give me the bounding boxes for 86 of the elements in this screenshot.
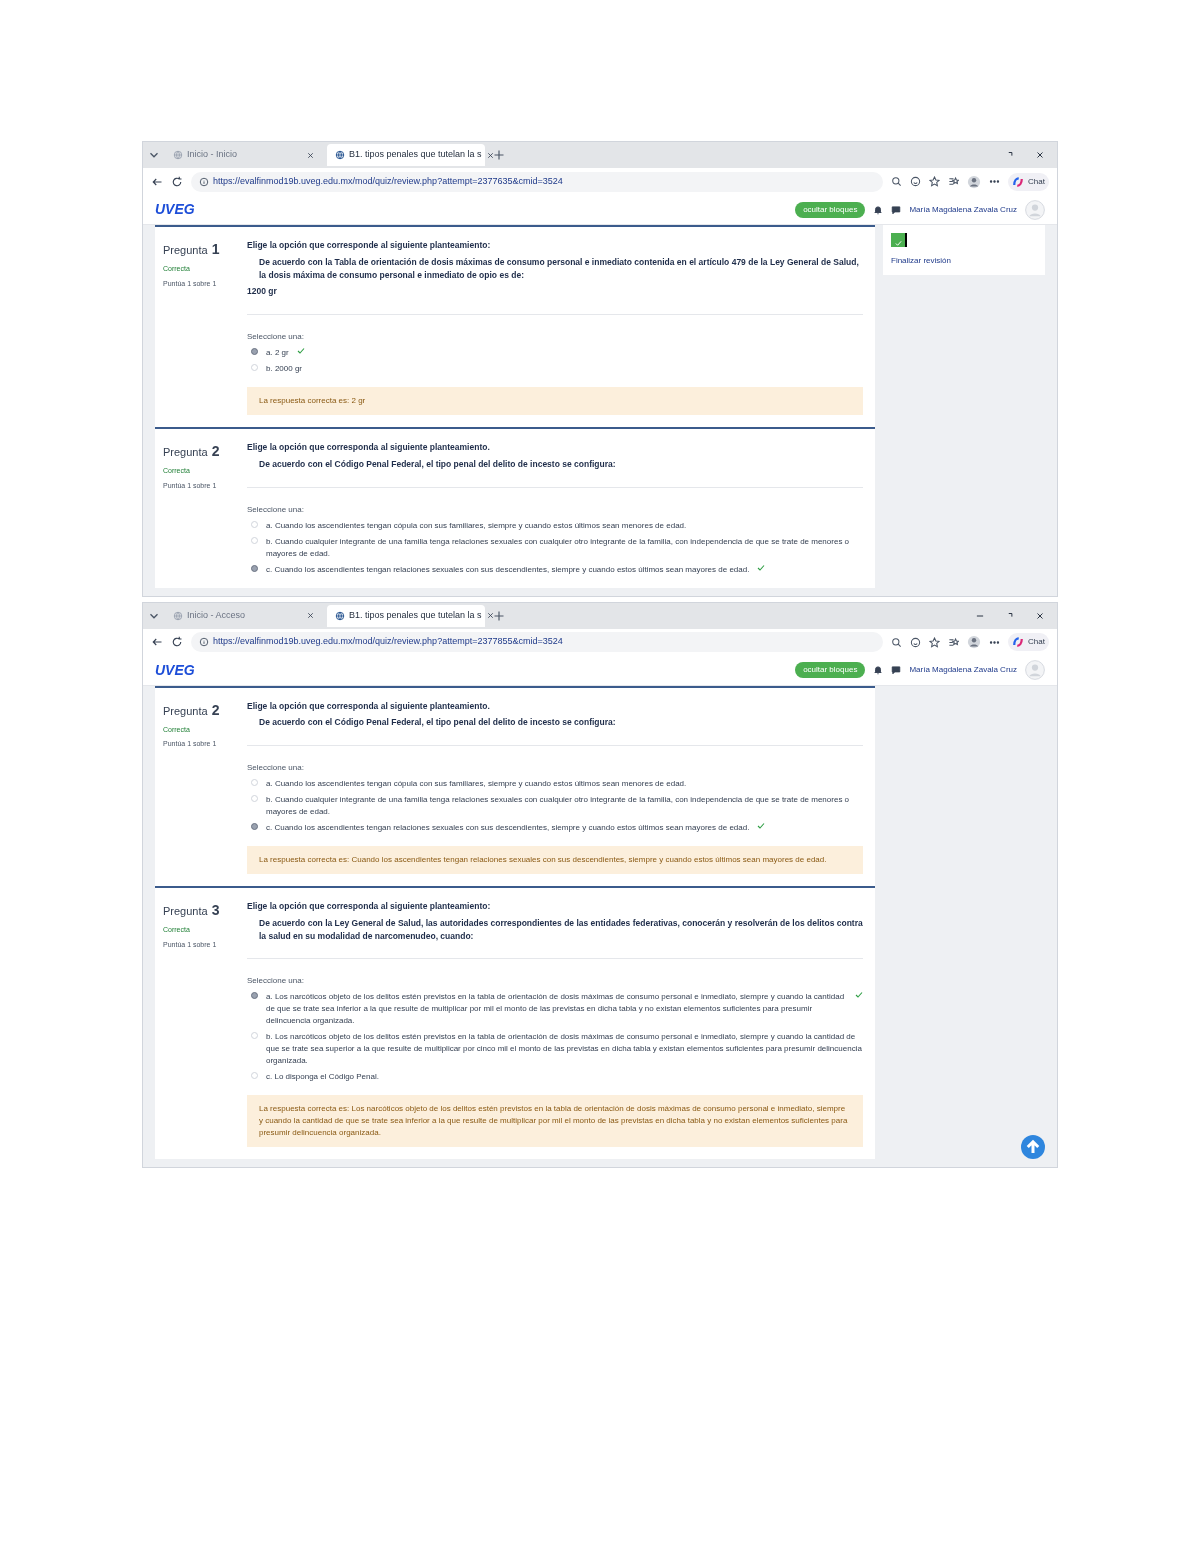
option-text: a. Cuando los ascendientes tengan cópula con sus familiares, siempre y cuando estos últimos sean menores de edad. [266,519,687,532]
close-icon[interactable] [1035,150,1045,160]
question-label: Pregunta [163,243,208,258]
chat-bubble-icon[interactable] [891,204,902,215]
close-icon[interactable] [1035,610,1045,621]
smiley-icon[interactable] [910,176,922,187]
option-text: c. Lo disponga el Código Penal. [266,1071,379,1084]
question-prompt: Elige la opción que corresponda al siguiente planteamiento. [247,699,491,713]
question-number: 1 [211,240,220,259]
question-label: Pregunta [163,904,208,919]
question-statement: De acuerdo con la Ley General de Salud, las autoridades correspondientes de las entidades federativas, conocerán y resolverán de los delitos contra la salud en su modalidad de narcomenudeo, cuando: [258,916,863,943]
option-text: b. Cuando cualquier integrante de una familia tenga relaciones sexuales con cualquier otro integrante de la familia, con independencia de que se trate de menores o mayores de edad. [266,794,851,818]
question-number: 2 [211,700,220,720]
question-prompt: Elige la opción que corresponde al siguiente planteamiento: [247,239,492,252]
globe-icon [335,610,345,621]
user-name[interactable]: María Magdalena Zavala Cruz [909,664,1017,676]
radio-button[interactable] [251,348,258,355]
info-icon [199,637,209,647]
profile-icon[interactable] [967,635,982,649]
option-text: b. Cuando cualquier integrante de una familia tenga relaciones sexuales con cualquier otro integrante de la familia, con independencia de que se trate de menores o mayores de edad. [266,535,851,560]
feedback-text: La respuesta correcta es: 2 gr [259,396,366,405]
question-number: 2 [211,442,220,461]
radio-button[interactable] [251,564,258,572]
question-statement: De acuerdo con la Tabla de orientación de dosis máximas de consumo personal e inmediato contenida en el artículo 479 de la Ley General de Salud, la dosis máxima de consumo personal e inmediato de opio es de: [258,255,860,282]
close-icon[interactable] [485,611,495,620]
plus-icon[interactable] [493,609,505,622]
option-text: a. Cuando los ascendientes tengan cópula con sus familiares, siempre y cuando estos últimos sean menores de edad. [266,778,687,790]
radio-button[interactable] [251,823,258,830]
address-bar[interactable]: https://evalfinmod19b.uveg.edu.mx/mod/quiz/review.php?attempt=2377855&cmid=3524 [191,632,884,652]
globe-icon [173,150,183,160]
site-logo[interactable]: UVEG [155,659,195,681]
answer-value: 1200 gr [247,285,278,298]
chat-bubble-icon[interactable] [891,665,902,675]
question-number: 3 [211,901,220,920]
select-prompt: Seleccione una: [247,331,305,343]
favorites-icon[interactable] [948,636,960,648]
option-text: b. 2000 gr [266,363,303,375]
arrow-up-icon[interactable] [1021,1135,1045,1160]
select-prompt: Seleccione una: [247,975,305,988]
star-icon[interactable] [929,636,941,648]
swirl-icon [1012,175,1025,188]
copilot-button[interactable]: Chat [1008,172,1049,191]
swirl-icon [1012,636,1025,648]
user-name[interactable]: María Magdalena Zavala Cruz [909,203,1017,216]
question-label: Pregunta [163,703,208,719]
favorites-icon[interactable] [948,176,960,187]
smiley-icon[interactable] [910,636,922,648]
bell-icon[interactable] [873,204,884,215]
option-text: a. 2 gr [266,347,289,359]
finish-review-link[interactable]: Finalizar revisión [891,255,1037,267]
zoom-icon[interactable] [891,636,903,648]
globe-icon [173,610,183,621]
reload-icon[interactable] [171,175,183,188]
option-text: c. Cuando los ascendientes tengan relaciones sexuales con sus descendientes, siempre y cuando estos últimos sean mayores de edad. [266,822,750,834]
select-prompt: Seleccione una: [247,762,305,774]
question-nav-button[interactable] [891,233,907,247]
back-arrow-icon[interactable] [151,636,163,648]
check-icon [894,240,902,247]
question-prompt: Elige la opción que corresponda al siguiente planteamiento. [247,441,491,454]
zoom-icon[interactable] [891,176,903,187]
copilot-button[interactable]: Chat [1008,633,1049,651]
close-icon[interactable] [306,611,315,620]
reload-icon[interactable] [171,636,183,648]
browser-tab[interactable]: Inicio - Acceso [165,604,323,627]
option-text: a. Los narcóticos objeto de los delitos estén previstos en la tabla de orientación de dosis máximas de consumo personal e inmediato, siempre y cuando la cantidad de que se trate sea inferior a la que resulte de multiplicar por mil el monto de las previstas en dicha tabla y no existan elementos suficientes para presumir delincuencia organizada. [266,991,846,1028]
address-bar[interactable]: https://evalfinmod19b.uveg.edu.mx/mod/quiz/review.php?attempt=2377635&cmid=3524 [191,171,884,192]
browser-tab[interactable]: Inicio - Inicio [165,144,323,166]
select-prompt: Seleccione una: [247,503,305,516]
feedback-text: La respuesta correcta es: Los narcóticos objeto de los delitos estén previstos en la tabla de orientación de dosis máximas de consumo personal e inmediato, siempre y cuando la cantidad de que se trate sea inferior a la que resulte de multiplicar por mil el monto de las previstas en dicha tabla y no existan elementos suficientes para presumir delincuencia organizada. [259,1104,848,1138]
option-text: c. Cuando los ascendientes tengan relaciones sexuales con sus descendientes, siempre y cuando estos últimos sean mayores de edad. [266,563,750,576]
bell-icon[interactable] [873,665,884,675]
profile-icon[interactable] [967,174,982,189]
question-label: Pregunta [163,445,208,460]
question-prompt: Elige la opción que corresponda al siguiente planteamiento: [247,900,492,913]
option-text: b. Los narcóticos objeto de los delitos estén previstos en la tabla de orientación de dosis máximas de consumo personal e inmediato, siempre y cuando la cantidad de que se trate sea superior a la que resulte de multiplicar por cinco mil el monto de las previstas en dicha tabla y existan elementos suficientes para presumir delincuencia organizada. [266,1031,863,1068]
close-icon[interactable] [306,150,315,160]
plus-icon[interactable] [493,149,505,161]
radio-button[interactable] [251,992,258,1000]
site-logo[interactable]: UVEG [155,199,195,220]
close-icon[interactable] [485,150,495,160]
info-icon [199,176,209,187]
feedback-text: La respuesta correcta es: Cuando los ascendientes tengan relaciones sexuales con sus descendientes, siempre y cuando estos últimos sean mayores de edad. [259,855,827,864]
globe-icon [335,150,345,160]
question-statement: De acuerdo con el Código Penal Federal, el tipo penal del delito de incesto se configura: [258,716,617,729]
star-icon[interactable] [929,176,941,187]
question-statement: De acuerdo con el Código Penal Federal, el tipo penal del delito de incesto se configura: [258,457,617,471]
